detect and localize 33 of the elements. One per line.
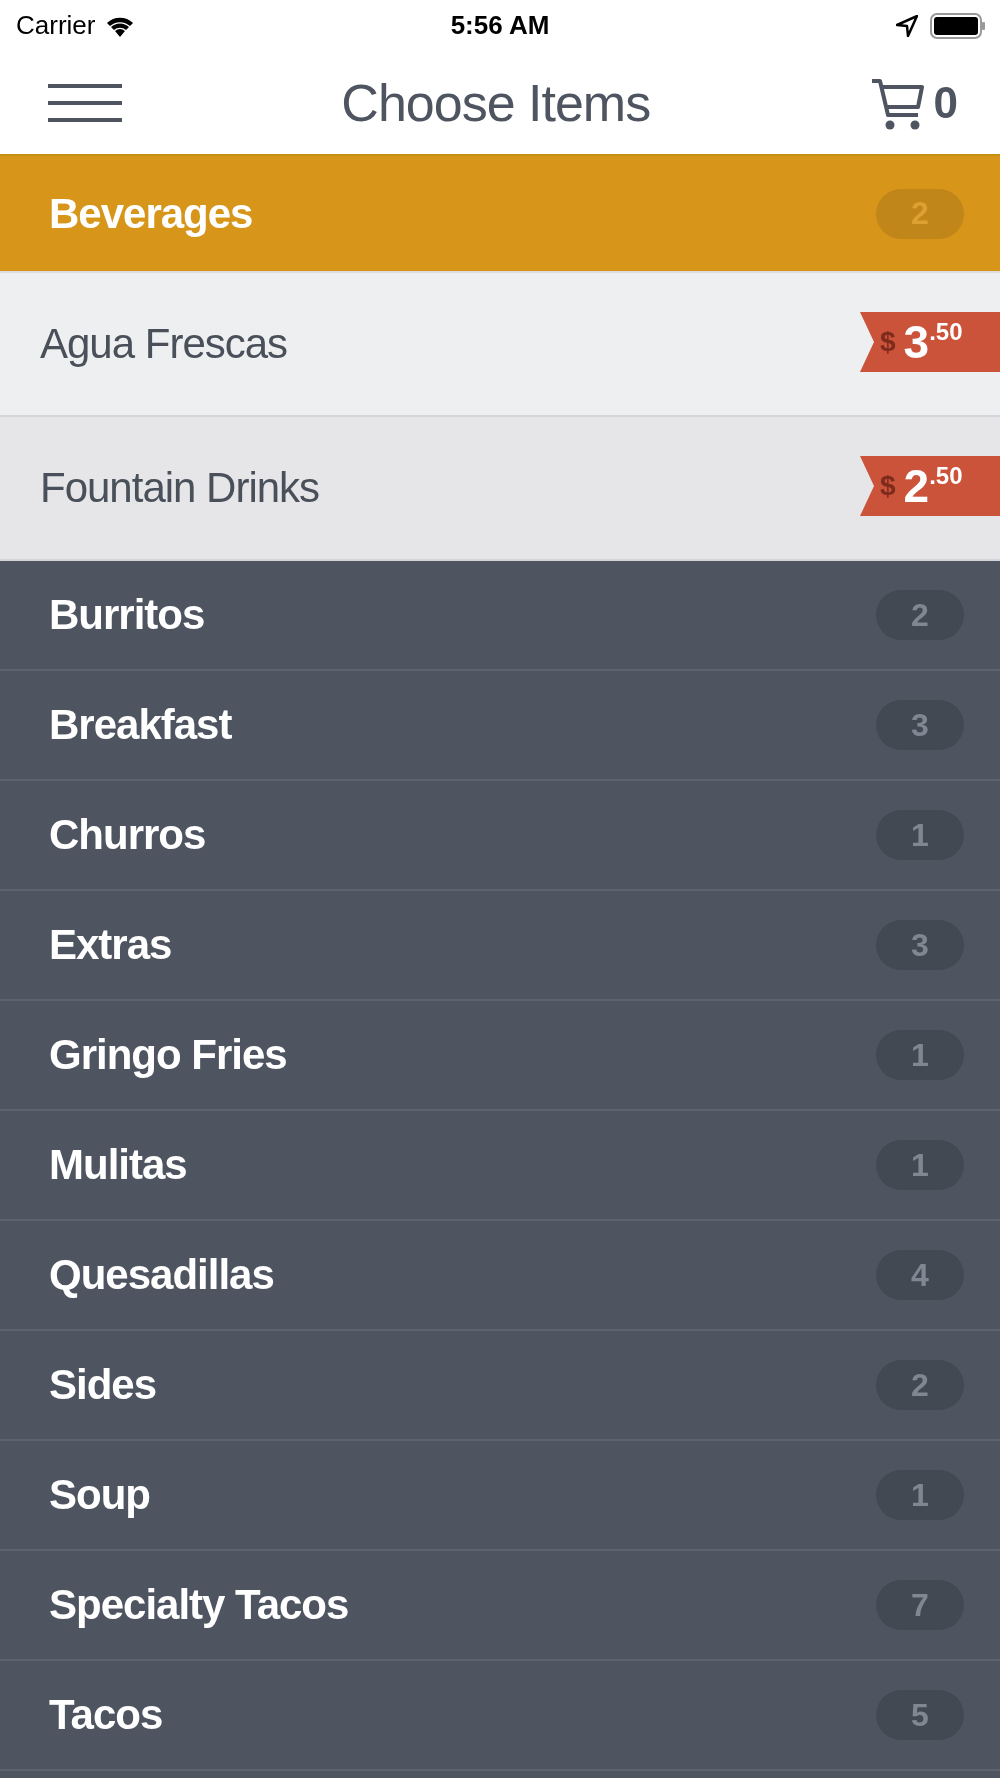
item-count-badge: 1 bbox=[876, 810, 964, 860]
item-name: Fountain Drinks bbox=[40, 464, 320, 512]
clock-time: 5:56 AM bbox=[450, 10, 550, 40]
cart-button[interactable]: 0 bbox=[869, 74, 958, 131]
item-count-badge: 4 bbox=[876, 1250, 964, 1300]
item-count-badge: 3 bbox=[876, 920, 964, 970]
location-arrow-icon bbox=[896, 14, 918, 37]
category-name: Beverages bbox=[49, 189, 253, 238]
item-count-badge: 1 bbox=[876, 1140, 964, 1190]
item-count-badge: 2 bbox=[876, 590, 964, 640]
category-name: Churros bbox=[49, 811, 206, 859]
category-name: Extras bbox=[49, 921, 172, 969]
category-name: Sides bbox=[49, 1361, 157, 1409]
item-count-badge: 7 bbox=[876, 1580, 964, 1630]
item-count-badge: 1 bbox=[876, 1470, 964, 1520]
category-name: Quesadillas bbox=[49, 1251, 274, 1299]
category-name: Specialty Tacos bbox=[49, 1581, 349, 1629]
category-name: Tacos bbox=[49, 1691, 163, 1739]
category-name: Mulitas bbox=[49, 1141, 187, 1189]
carrier-name: Carrier bbox=[16, 10, 96, 41]
item-count-badge: 5 bbox=[876, 1690, 964, 1740]
battery-icon bbox=[930, 12, 986, 39]
item-name: Agua Frescas bbox=[40, 320, 288, 368]
menu-icon bbox=[48, 82, 122, 123]
category-name: Burritos bbox=[49, 591, 205, 639]
category-name: Gringo Fries bbox=[49, 1031, 287, 1079]
item-count-badge: 2 bbox=[876, 1360, 964, 1410]
item-count-badge: 1 bbox=[876, 1030, 964, 1080]
page-title: Choose Items bbox=[341, 72, 651, 133]
category-name: Soup bbox=[49, 1471, 150, 1519]
item-count-badge: 3 bbox=[876, 700, 964, 750]
category-name: Breakfast bbox=[49, 701, 232, 749]
menu-button[interactable] bbox=[48, 82, 122, 123]
